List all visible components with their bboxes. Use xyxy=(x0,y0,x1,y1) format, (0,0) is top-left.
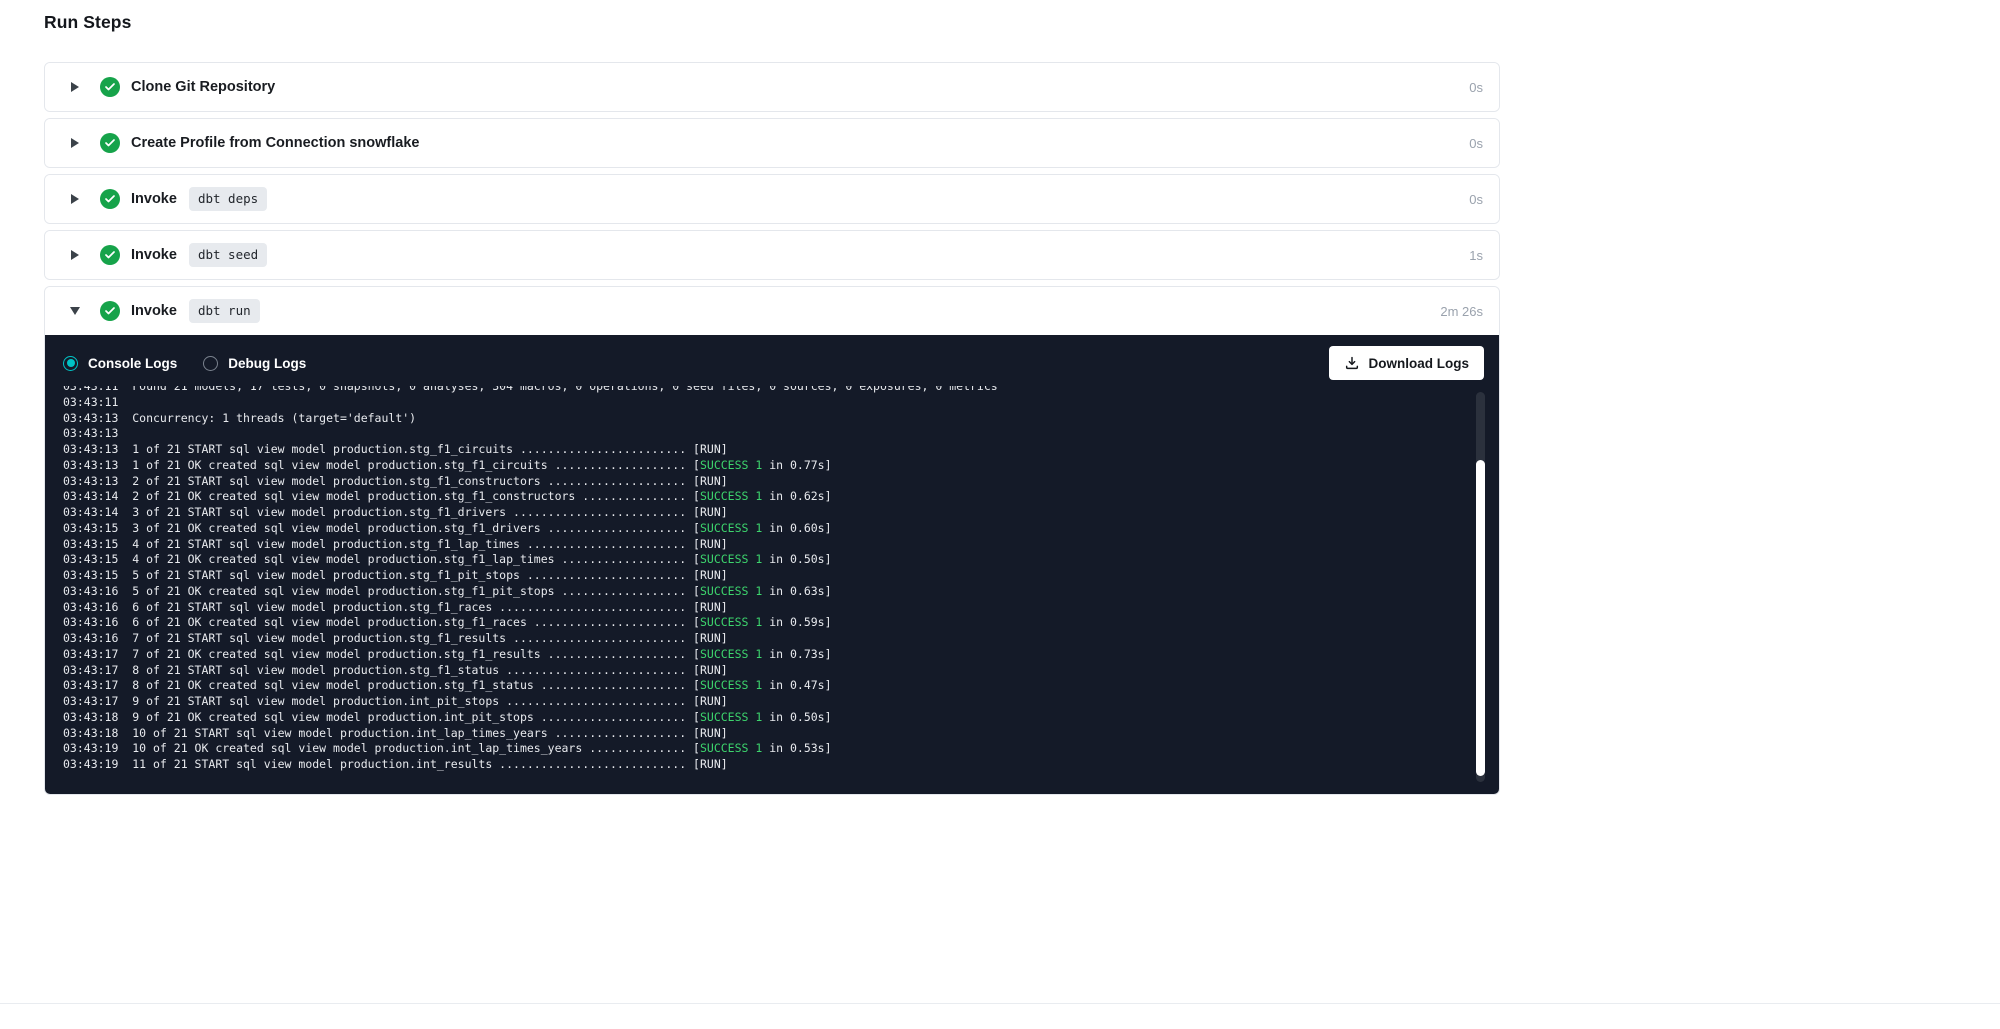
caret-right-icon xyxy=(69,138,81,148)
console-logs-panel: Console Logs Debug Logs D xyxy=(45,335,1499,794)
step-duration: 0s xyxy=(1469,136,1483,151)
step-command-chip: dbt seed xyxy=(189,243,267,267)
log-line: 03:43:16 6 of 21 START sql view model pr… xyxy=(63,600,1499,616)
step-duration: 0s xyxy=(1469,192,1483,207)
caret-right-icon xyxy=(69,194,81,204)
step-title: Create Profile from Connection snowflake xyxy=(131,135,419,151)
step-title: Invoke xyxy=(131,303,177,319)
run-step-clone-git: Clone Git Repository 0s xyxy=(44,62,1500,112)
step-duration: 2m 26s xyxy=(1440,304,1483,319)
log-line: 03:43:17 8 of 21 OK created sql view mod… xyxy=(63,678,1499,694)
log-line: 03:43:17 7 of 21 OK created sql view mod… xyxy=(63,647,1499,663)
log-line: 03:43:19 10 of 21 OK created sql view mo… xyxy=(63,741,1499,757)
check-circle-icon xyxy=(100,77,120,97)
run-step-header[interactable]: Invoke dbt seed 1s xyxy=(45,231,1499,279)
radio-selected-icon xyxy=(63,356,78,371)
caret-right-icon xyxy=(69,82,81,92)
log-line: 03:43:13 2 of 21 START sql view model pr… xyxy=(63,474,1499,490)
run-steps-page: Run Steps Clone Git Repository 0s Create… xyxy=(0,0,2000,1029)
step-command-chip: dbt deps xyxy=(189,187,267,211)
debug-logs-radio[interactable]: Debug Logs xyxy=(203,356,306,371)
log-line: 03:43:15 4 of 21 START sql view model pr… xyxy=(63,537,1499,553)
log-line: 03:43:14 3 of 21 START sql view model pr… xyxy=(63,505,1499,521)
download-icon xyxy=(1344,355,1360,371)
section-divider xyxy=(0,1003,2000,1004)
step-command-chip: dbt run xyxy=(189,299,260,323)
run-step-create-profile: Create Profile from Connection snowflake… xyxy=(44,118,1500,168)
run-steps-list: Clone Git Repository 0s Create Profile f… xyxy=(44,62,1500,795)
caret-down-icon xyxy=(69,307,81,315)
log-line: 03:43:11 xyxy=(63,395,1499,411)
check-circle-icon xyxy=(100,133,120,153)
log-line: 03:43:14 2 of 21 OK created sql view mod… xyxy=(63,489,1499,505)
log-line: 03:43:18 10 of 21 START sql view model p… xyxy=(63,726,1499,742)
check-circle-icon xyxy=(100,245,120,265)
log-line: 03:43:18 9 of 21 OK created sql view mod… xyxy=(63,710,1499,726)
radio-label: Console Logs xyxy=(88,356,177,371)
step-duration: 0s xyxy=(1469,80,1483,95)
run-step-header[interactable]: Invoke dbt run 2m 26s xyxy=(45,287,1499,335)
log-line: 03:43:13 1 of 21 OK created sql view mod… xyxy=(63,458,1499,474)
log-line: 03:43:16 6 of 21 OK created sql view mod… xyxy=(63,615,1499,631)
check-circle-icon xyxy=(100,301,120,321)
log-line: 03:43:15 3 of 21 OK created sql view mod… xyxy=(63,521,1499,537)
radio-unselected-icon xyxy=(203,356,218,371)
step-title: Clone Git Repository xyxy=(131,79,275,95)
step-title: Invoke xyxy=(131,247,177,263)
log-line: 03:43:13 xyxy=(63,426,1499,442)
log-line: 03:43:13 1 of 21 START sql view model pr… xyxy=(63,442,1499,458)
run-step-header[interactable]: Create Profile from Connection snowflake… xyxy=(45,119,1499,167)
log-line: 03:43:13 Concurrency: 1 threads (target=… xyxy=(63,411,1499,427)
log-line: 03:43:16 7 of 21 START sql view model pr… xyxy=(63,631,1499,647)
step-duration: 1s xyxy=(1469,248,1483,263)
log-line: 03:43:15 4 of 21 OK created sql view mod… xyxy=(63,552,1499,568)
run-step-header[interactable]: Invoke dbt deps 0s xyxy=(45,175,1499,223)
log-output[interactable]: 03:43:11 Found 21 models, 17 tests, 0 sn… xyxy=(45,386,1499,794)
check-circle-icon xyxy=(100,189,120,209)
log-lines: 03:43:11 Found 21 models, 17 tests, 0 sn… xyxy=(63,386,1499,773)
download-logs-label: Download Logs xyxy=(1369,356,1470,371)
console-logs-radio[interactable]: Console Logs xyxy=(63,356,177,371)
run-step-dbt-run: Invoke dbt run 2m 26s Console Logs Debug… xyxy=(44,286,1500,795)
log-type-radio-group: Console Logs Debug Logs xyxy=(63,356,306,371)
log-line: 03:43:17 8 of 21 START sql view model pr… xyxy=(63,663,1499,679)
step-title: Invoke xyxy=(131,191,177,207)
run-step-header[interactable]: Clone Git Repository 0s xyxy=(45,63,1499,111)
console-scrollbar-track xyxy=(1476,392,1485,782)
log-line: 03:43:15 5 of 21 START sql view model pr… xyxy=(63,568,1499,584)
page-title: Run Steps xyxy=(44,12,131,33)
download-logs-button[interactable]: Download Logs xyxy=(1329,346,1485,380)
log-line: 03:43:16 5 of 21 OK created sql view mod… xyxy=(63,584,1499,600)
log-line: 03:43:17 9 of 21 START sql view model pr… xyxy=(63,694,1499,710)
log-line: 03:43:11 Found 21 models, 17 tests, 0 sn… xyxy=(63,386,1499,395)
run-step-dbt-seed: Invoke dbt seed 1s xyxy=(44,230,1500,280)
console-scrollbar-thumb[interactable] xyxy=(1476,460,1485,776)
console-toolbar: Console Logs Debug Logs D xyxy=(45,335,1499,386)
caret-right-icon xyxy=(69,250,81,260)
radio-label: Debug Logs xyxy=(228,356,306,371)
run-step-dbt-deps: Invoke dbt deps 0s xyxy=(44,174,1500,224)
log-line: 03:43:19 11 of 21 START sql view model p… xyxy=(63,757,1499,773)
